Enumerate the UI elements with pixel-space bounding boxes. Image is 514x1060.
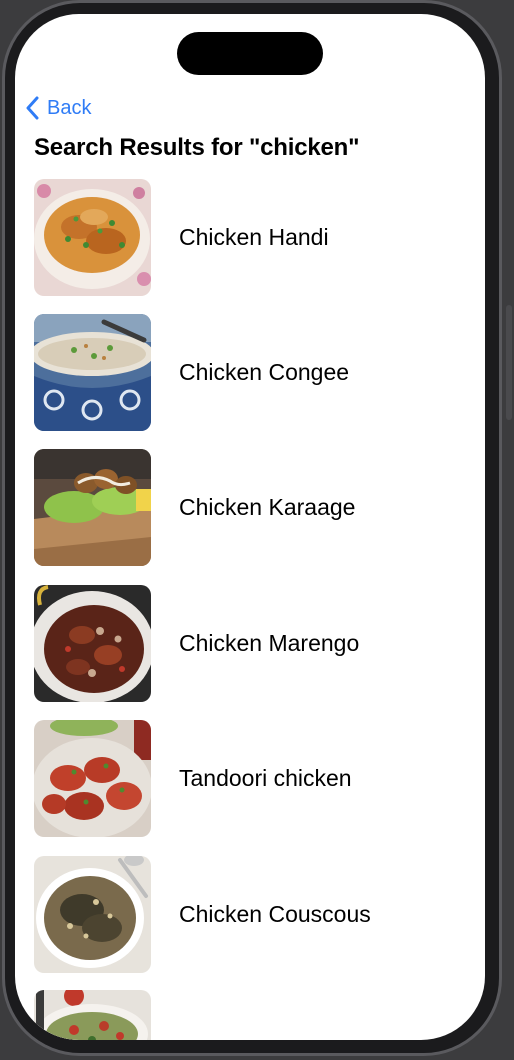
phone-screen: Back Search Results for "chicken" Chicke…: [15, 14, 485, 1040]
chicken-karaage-photo: [34, 448, 151, 566]
result-row[interactable]: Chicken Handi: [34, 178, 474, 296]
dynamic-island: [177, 32, 323, 75]
chevron-left-icon: [25, 96, 39, 120]
chicken-marengo-photo: [34, 584, 151, 702]
back-button[interactable]: Back: [25, 94, 91, 122]
chicken-handi-photo: [34, 178, 151, 296]
result-row[interactable]: [34, 990, 474, 1040]
result-name: Chicken Congee: [179, 358, 350, 385]
result-name: Chicken Karaage: [179, 493, 356, 520]
result-row[interactable]: Tandoori chicken: [34, 719, 474, 837]
result-name: Chicken Couscous: [179, 900, 371, 927]
result-name: Chicken Handi: [179, 223, 329, 250]
page-title: Search Results for "chicken": [34, 134, 360, 161]
phone-device: Back Search Results for "chicken" Chicke…: [0, 0, 514, 1060]
result-row[interactable]: Chicken Marengo: [34, 584, 474, 702]
result-name: Tandoori chicken: [179, 764, 352, 791]
chicken-congee-photo: [34, 313, 151, 431]
result-name: Chicken Marengo: [179, 629, 360, 656]
back-label: Back: [47, 96, 92, 119]
result-row[interactable]: Chicken Congee: [34, 313, 474, 431]
side-button: [506, 305, 512, 420]
chicken-couscous-photo: [34, 855, 151, 973]
tandoori-chicken-photo: [34, 719, 151, 837]
partial-dish-photo: [34, 990, 151, 1040]
result-row[interactable]: Chicken Couscous: [34, 855, 474, 973]
result-row[interactable]: Chicken Karaage: [34, 448, 474, 566]
